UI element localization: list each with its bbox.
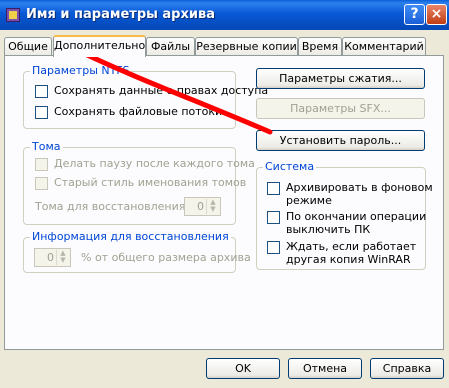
wait-other-winrar-checkbox[interactable]: Ждать, если работает другая копия WinRAR — [267, 240, 416, 266]
recovery-percent-suffix: % от общего размера архива — [81, 251, 251, 264]
system-group: Система Архивировать в фоновом режиме По … — [256, 160, 433, 270]
pause-after-volume-label: Делать паузу после каждого тома — [54, 157, 255, 170]
tab-panel-advanced: Параметры NTFS Сохранять данные о правах… — [4, 55, 444, 350]
shutdown-pc-label: По окончании операции выключить ПК — [286, 210, 427, 236]
shutdown-pc-checkbox[interactable]: По окончании операции выключить ПК — [267, 210, 426, 236]
old-volume-naming-label: Старый стиль именования томов — [54, 176, 247, 189]
checkbox-box[interactable] — [267, 182, 280, 195]
help-title-button[interactable]: ? — [404, 4, 425, 25]
checkbox-box[interactable] — [35, 106, 48, 119]
tab-time[interactable]: Время — [298, 37, 342, 55]
recovery-volumes-value: 0 — [197, 200, 204, 213]
recovery-group-title: Информация для восстановления — [30, 230, 231, 243]
spinner-arrows-icon[interactable]: ▲ ▼ — [206, 199, 219, 214]
checkbox-box[interactable] — [35, 177, 48, 190]
window-title: Имя и параметры архива — [26, 7, 215, 22]
keep-security-checkbox[interactable]: Сохранять данные о правах доступа — [35, 84, 268, 98]
tab-comment[interactable]: Комментарий — [342, 37, 426, 55]
close-button[interactable]: × — [426, 4, 447, 25]
volumes-group-title: Тома — [30, 140, 63, 153]
tab-files[interactable]: Файлы — [146, 37, 195, 55]
compression-settings-button[interactable]: Параметры сжатия... — [256, 68, 425, 89]
set-password-button[interactable]: Установить пароль... — [256, 130, 425, 151]
title-bar[interactable]: Имя и параметры архива ? × — [0, 0, 449, 30]
recovery-percent-value: 0 — [47, 251, 54, 264]
tab-backups[interactable]: Резервные копии — [195, 37, 298, 55]
pause-after-volume-checkbox[interactable]: Делать паузу после каждого тома — [35, 157, 255, 171]
checkbox-box[interactable] — [267, 211, 280, 224]
winrar-app-icon — [6, 8, 20, 22]
cancel-button[interactable]: Отмена — [288, 358, 362, 379]
ntfs-group-title: Параметры NTFS — [30, 64, 132, 77]
keep-streams-label: Сохранять файловые потоки — [54, 105, 223, 118]
background-archiving-label: Архивировать в фоновом режиме — [286, 181, 433, 207]
recovery-volumes-spinner[interactable]: 0 ▲ ▼ — [184, 197, 221, 216]
keep-security-label: Сохранять данные о правах доступа — [54, 84, 269, 97]
volumes-group: Тома Делать паузу после каждого тома Ста… — [23, 140, 255, 225]
checkbox-box[interactable] — [267, 241, 280, 254]
checkbox-box[interactable] — [35, 85, 48, 98]
recovery-percent-spinner[interactable]: 0 ▲ ▼ — [34, 248, 71, 267]
sfx-settings-button[interactable]: Параметры SFX... — [256, 98, 425, 119]
tab-advanced[interactable]: Дополнительно — [53, 35, 146, 57]
tab-general[interactable]: Общие — [4, 37, 52, 55]
recovery-record-group: Информация для восстановления 0 ▲ ▼ % от … — [23, 230, 251, 273]
background-archiving-checkbox[interactable]: Архивировать в фоновом режиме — [267, 181, 433, 207]
ntfs-options-group: Параметры NTFS Сохранять данные о правах… — [23, 64, 268, 129]
help-button[interactable]: Справка — [370, 358, 444, 379]
ok-button[interactable]: OK — [206, 358, 280, 379]
checkbox-box[interactable] — [35, 158, 48, 171]
keep-streams-checkbox[interactable]: Сохранять файловые потоки — [35, 105, 222, 119]
old-volume-naming-checkbox[interactable]: Старый стиль именования томов — [35, 176, 246, 190]
wait-other-winrar-label: Ждать, если работает другая копия WinRAR — [286, 240, 417, 266]
system-group-title: Система — [263, 160, 317, 173]
recovery-volumes-label: Тома для восстановления: — [35, 200, 190, 213]
spinner-arrows-icon[interactable]: ▲ ▼ — [56, 250, 69, 265]
